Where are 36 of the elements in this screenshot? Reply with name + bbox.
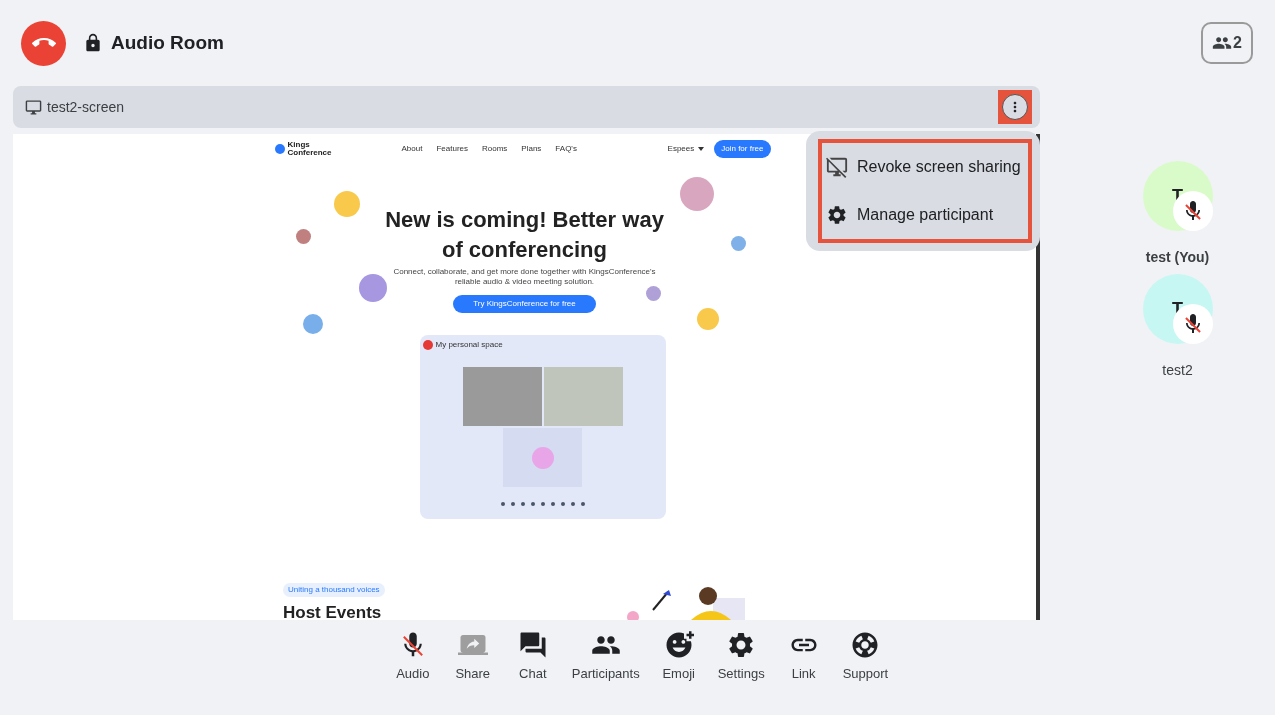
hero-subtitle: Connect, collaborate, and get more done together with KingsConference's reliable audio & video meeting solution.: [392, 267, 657, 287]
monitor-icon: [25, 98, 42, 116]
section-tag: Uniting a thousand voices: [283, 583, 385, 597]
nav-link[interactable]: About: [401, 143, 423, 155]
leave-call-button[interactable]: [21, 20, 66, 66]
settings-icon: [826, 204, 848, 226]
brand-name: Kings Conference: [287, 141, 332, 157]
try-button[interactable]: Try KingsConference for free: [453, 295, 596, 313]
participant-name: test2: [1162, 361, 1193, 380]
menu-item[interactable]: Revoke screen sharing: [822, 155, 1028, 179]
toolbar-button[interactable]: Participants: [567, 630, 644, 684]
preview-title: My personal space: [435, 339, 503, 351]
screen-off-icon: [826, 156, 848, 178]
hangup-icon: [422, 340, 433, 350]
join-button[interactable]: Join for free: [714, 140, 771, 158]
toolbar-button[interactable]: Chat: [507, 630, 558, 684]
toolbar-button[interactable]: Settings: [713, 630, 769, 684]
language-select[interactable]: Espees: [667, 143, 695, 155]
toolbar-button[interactable]: Emoji: [653, 630, 704, 684]
participants-count-button[interactable]: 2: [1201, 22, 1253, 64]
nav-link[interactable]: Features: [436, 143, 468, 155]
screen-share-title: test2-screen: [47, 97, 125, 117]
room-title: Audio Room: [111, 30, 224, 55]
section-heading: Host Events: [283, 602, 383, 620]
nav-link[interactable]: Rooms: [482, 143, 508, 155]
participant-name: test (You): [1145, 248, 1210, 267]
menu-item[interactable]: Manage participant: [822, 203, 1028, 227]
hero-headline: New is coming! Better way of conferencing: [384, 206, 665, 264]
toolbar-button[interactable]: Support: [838, 630, 893, 684]
toolbar-button[interactable]: Audio: [387, 630, 438, 684]
lock-icon: [83, 33, 103, 53]
brand-logo-icon: [274, 144, 285, 154]
nav-link[interactable]: FAQ's: [555, 143, 577, 155]
caret-icon: [698, 147, 705, 151]
nav-link[interactable]: Plans: [521, 143, 542, 155]
toolbar-button[interactable]: Link: [778, 630, 829, 684]
